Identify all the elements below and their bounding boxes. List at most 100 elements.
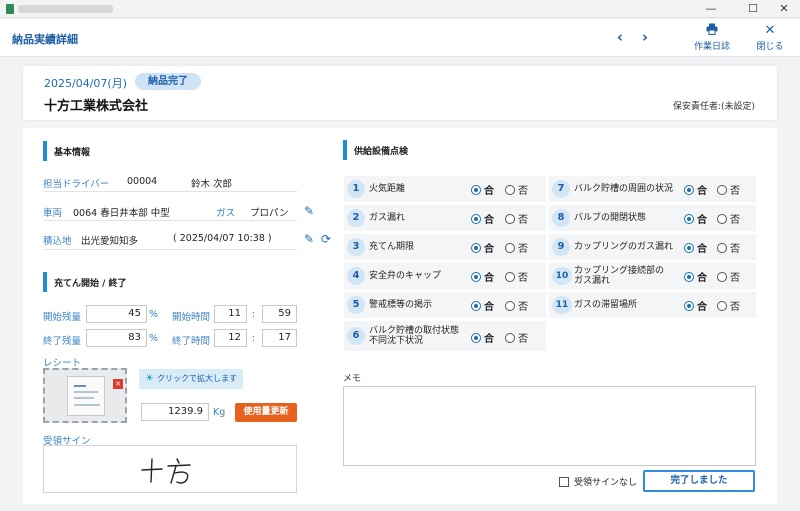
signature-image bbox=[141, 458, 191, 484]
app-icon bbox=[6, 4, 14, 14]
inspection-heading: 供給設備点検 bbox=[343, 140, 408, 160]
receipt-image[interactable] bbox=[67, 376, 105, 416]
load-time: ( 2025/04/07 10:38 ) bbox=[173, 233, 272, 244]
time-colon: : bbox=[252, 309, 256, 320]
gas-label: ガス bbox=[216, 208, 236, 219]
refresh-icon[interactable]: ⟳ bbox=[319, 232, 333, 246]
work-log-button[interactable]: 作業日誌 bbox=[690, 23, 734, 52]
close-label: 閉じる bbox=[756, 42, 784, 52]
kg-unit: Kg bbox=[213, 407, 226, 418]
inspection-item: 9 カップリングのガス漏れ 合 否 bbox=[549, 234, 756, 260]
memo-label: メモ bbox=[343, 374, 362, 384]
basic-info-heading: 基本情報 bbox=[43, 141, 90, 161]
delivery-summary-card: 2025/04/07(月) 納品完了 十方工業株式会社 保安責任者:(未設定) bbox=[23, 66, 777, 120]
ok-radio[interactable]: 合 bbox=[471, 269, 494, 284]
ng-radio[interactable]: 否 bbox=[505, 240, 528, 255]
minimize-button[interactable]: — bbox=[693, 0, 729, 18]
memo-textarea[interactable] bbox=[343, 386, 756, 466]
start-time-label: 開始時間 bbox=[172, 312, 211, 323]
update-usage-button[interactable]: 使用量更新 bbox=[235, 403, 297, 422]
company-name: 十方工業株式会社 bbox=[44, 99, 149, 114]
vehicle-value: 0064 春日井本部 中型 bbox=[73, 208, 170, 219]
ok-radio[interactable]: 合 bbox=[471, 330, 494, 345]
ok-radio[interactable]: 合 bbox=[684, 240, 707, 255]
receipt-label: レシート bbox=[43, 358, 82, 369]
lightbulb-icon: ☀ bbox=[145, 373, 154, 384]
ok-radio[interactable]: 合 bbox=[471, 211, 494, 226]
inspection-item: 6 バルク貯槽の取付状態 不同沈下状況 合 否 bbox=[344, 321, 546, 351]
gas-value: プロパン bbox=[250, 208, 289, 219]
page-title: 納品実績詳細 bbox=[12, 33, 78, 46]
delete-receipt-icon[interactable]: ✕ bbox=[113, 379, 123, 389]
start-minute-input[interactable]: 59 bbox=[262, 305, 297, 323]
ok-radio[interactable]: 合 bbox=[684, 269, 707, 284]
start-remain-label: 開始残量 bbox=[43, 312, 82, 323]
printer-icon bbox=[690, 23, 734, 39]
window-title-redacted bbox=[18, 5, 113, 13]
end-time-label: 終了時間 bbox=[172, 336, 211, 347]
edit-load-icon[interactable]: ✎ bbox=[302, 232, 316, 246]
inspection-item: 4 安全弁のキャップ 合 否 bbox=[344, 263, 546, 289]
ok-radio[interactable]: 合 bbox=[684, 182, 707, 197]
ng-radio[interactable]: 否 bbox=[505, 211, 528, 226]
driver-label: 担当ドライバー bbox=[43, 179, 110, 190]
ok-radio[interactable]: 合 bbox=[471, 240, 494, 255]
no-sign-checkbox[interactable]: 受領サインなし bbox=[559, 475, 637, 488]
close-button[interactable]: ✕ 閉じる bbox=[752, 23, 788, 52]
inspection-item: 10 カップリング接続部の ガス漏れ 合 否 bbox=[549, 263, 756, 289]
driver-code: 00004 bbox=[127, 176, 158, 187]
ok-radio[interactable]: 合 bbox=[471, 182, 494, 197]
ng-radio[interactable]: 否 bbox=[505, 182, 528, 197]
signature-box[interactable] bbox=[43, 445, 297, 493]
ng-radio[interactable]: 否 bbox=[505, 298, 528, 313]
percent-unit: % bbox=[149, 309, 159, 320]
driver-name: 鈴木 次郎 bbox=[191, 179, 233, 190]
end-hour-input[interactable]: 12 bbox=[214, 329, 247, 347]
ng-radio[interactable]: 否 bbox=[717, 240, 740, 255]
divider bbox=[43, 249, 297, 250]
ok-radio[interactable]: 合 bbox=[684, 298, 707, 313]
usage-amount-input[interactable]: 1239.9 bbox=[141, 403, 209, 421]
delivery-date: 2025/04/07(月) bbox=[44, 77, 127, 90]
zoom-hint: ☀ クリックで拡大します bbox=[139, 369, 243, 389]
divider bbox=[43, 191, 297, 192]
detail-panel: 基本情報 担当ドライバー 00004 鈴木 次郎 車両 0064 春日井本部 中… bbox=[23, 128, 777, 504]
ok-radio[interactable]: 合 bbox=[471, 298, 494, 313]
vehicle-label: 車両 bbox=[43, 208, 63, 219]
inspection-item: 1 火気距離 合 否 bbox=[344, 176, 546, 202]
edit-vehicle-icon[interactable]: ✎ bbox=[302, 204, 316, 218]
status-badge: 納品完了 bbox=[135, 73, 201, 90]
security-officer: 保安責任者:(未設定) bbox=[672, 102, 755, 112]
end-remain-input[interactable]: 83 bbox=[86, 329, 147, 347]
inspection-item: 3 充てん期限 合 否 bbox=[344, 234, 546, 260]
inspection-item: 8 バルブの開閉状態 合 否 bbox=[549, 205, 756, 231]
inspection-item: 11 ガスの滞留場所 合 否 bbox=[549, 292, 756, 318]
load-place: 出光愛知知多 bbox=[81, 236, 139, 247]
ng-radio[interactable]: 否 bbox=[717, 298, 740, 313]
page-header: 納品実績詳細 ‹ › 作業日誌 ✕ 閉じる bbox=[0, 19, 800, 57]
divider bbox=[43, 220, 297, 221]
ng-radio[interactable]: 否 bbox=[505, 330, 528, 345]
percent-unit: % bbox=[149, 333, 159, 344]
complete-button[interactable]: 完了しました bbox=[643, 470, 755, 492]
window-close-button[interactable]: ✕ bbox=[766, 0, 800, 18]
start-remain-input[interactable]: 45 bbox=[86, 305, 147, 323]
window-titlebar: — ☐ ✕ bbox=[0, 0, 800, 18]
inspection-item: 5 警戒標等の掲示 合 否 bbox=[344, 292, 546, 318]
next-record-button[interactable]: › bbox=[636, 27, 654, 47]
close-icon: ✕ bbox=[764, 23, 776, 38]
work-log-label: 作業日誌 bbox=[693, 42, 730, 52]
end-minute-input[interactable]: 17 bbox=[262, 329, 297, 347]
ng-radio[interactable]: 否 bbox=[717, 182, 740, 197]
end-remain-label: 終了残量 bbox=[43, 336, 82, 347]
ng-radio[interactable]: 否 bbox=[505, 269, 528, 284]
ng-radio[interactable]: 否 bbox=[717, 211, 740, 226]
receipt-thumbnail[interactable]: ✕ bbox=[43, 368, 127, 423]
ok-radio[interactable]: 合 bbox=[684, 211, 707, 226]
ng-radio[interactable]: 否 bbox=[717, 269, 740, 284]
start-hour-input[interactable]: 11 bbox=[214, 305, 247, 323]
prev-record-button[interactable]: ‹ bbox=[611, 27, 629, 47]
inspection-item: 2 ガス漏れ 合 否 bbox=[344, 205, 546, 231]
time-colon: : bbox=[252, 333, 256, 344]
filling-heading: 充てん開始 / 終了 bbox=[43, 272, 127, 292]
